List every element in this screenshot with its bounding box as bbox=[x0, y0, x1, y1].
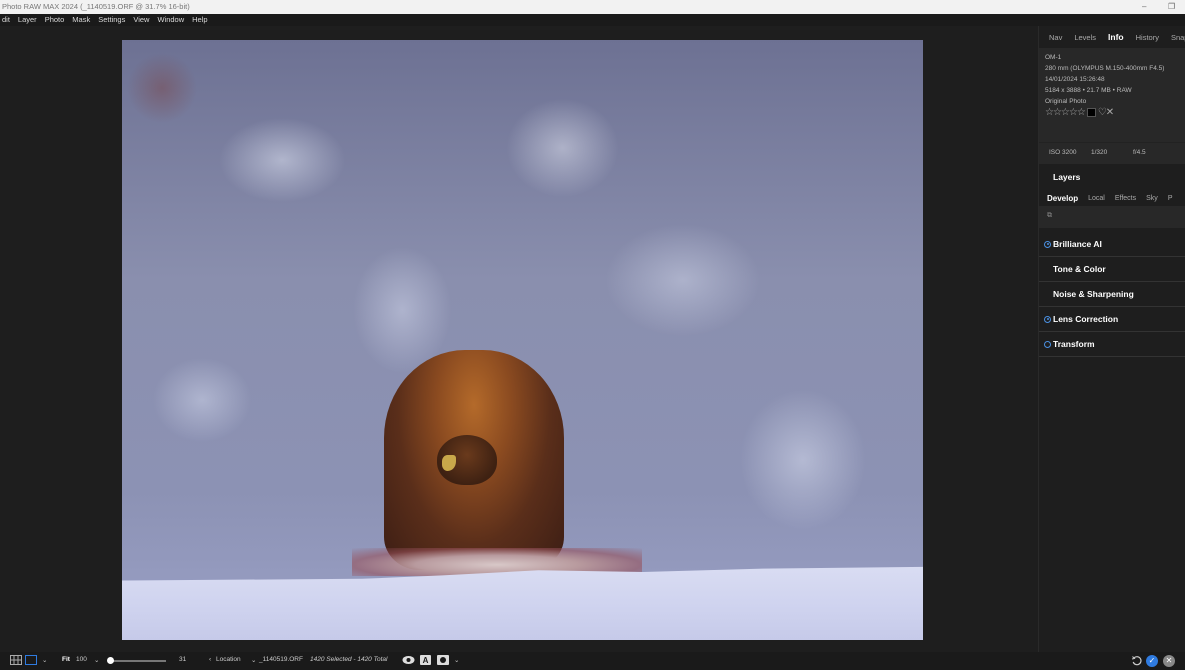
filename-label: _1140519.ORF bbox=[259, 656, 303, 663]
tab-snapshots[interactable]: Snap bbox=[1171, 33, 1185, 42]
chevron-down-icon[interactable]: ⌄ bbox=[42, 656, 47, 664]
auto-icon[interactable]: A bbox=[420, 655, 431, 667]
tab-levels[interactable]: Levels bbox=[1074, 33, 1096, 42]
color-label-swatch[interactable] bbox=[1086, 108, 1096, 117]
tab-history[interactable]: History bbox=[1136, 33, 1159, 42]
section-label: Tone & Color bbox=[1053, 264, 1106, 274]
reset-icon[interactable] bbox=[1131, 655, 1142, 668]
shutter-value: 1/320 bbox=[1091, 149, 1108, 156]
iso-value: ISO 3200 bbox=[1049, 149, 1077, 156]
tab-effects[interactable]: Effects bbox=[1115, 195, 1136, 202]
tab-local[interactable]: Local bbox=[1088, 195, 1105, 202]
section-lens-correction[interactable]: Lens Correction bbox=[1039, 307, 1185, 332]
bottom-bar: ⌄ Fit 100 ⌄ 31 ‹ Location ⌄ _1140519.ORF… bbox=[0, 652, 1185, 670]
section-label: Brilliance AI bbox=[1053, 239, 1102, 249]
title-bar: Photo RAW MAX 2024 (_1140519.ORF @ 31.7%… bbox=[0, 0, 1185, 14]
heart-icon[interactable]: ♡ bbox=[1098, 107, 1107, 118]
slider-value: 31 bbox=[179, 656, 187, 663]
location-chevron-down-icon[interactable]: ⌄ bbox=[251, 656, 256, 664]
menu-edit[interactable]: dit bbox=[2, 14, 10, 26]
menu-bar: dit Layer Photo Mask Settings View Windo… bbox=[0, 14, 1185, 26]
section-tone-color[interactable]: Tone & Color bbox=[1039, 257, 1185, 282]
menu-view[interactable]: View bbox=[133, 14, 149, 26]
menu-settings[interactable]: Settings bbox=[98, 14, 125, 26]
window-title: Photo RAW MAX 2024 (_1140519.ORF @ 31.7%… bbox=[2, 2, 190, 11]
zoom-chevron-down-icon[interactable]: ⌄ bbox=[94, 656, 99, 664]
info-box: OM-1 280 mm (OLYMPUS M.150-400mm F4.5) 1… bbox=[1039, 48, 1185, 142]
location-label[interactable]: Location bbox=[216, 656, 241, 663]
menu-photo[interactable]: Photo bbox=[45, 14, 65, 26]
mask-chevron-down-icon[interactable]: ⌄ bbox=[454, 656, 459, 664]
section-noise-sharpening[interactable]: Noise & Sharpening bbox=[1039, 282, 1185, 307]
layers-title[interactable]: Layers bbox=[1039, 164, 1185, 190]
lens-info: 280 mm (OLYMPUS M.150-400mm F4.5) bbox=[1045, 65, 1165, 72]
tab-portrait[interactable]: P bbox=[1168, 195, 1173, 202]
section-label: Lens Correction bbox=[1053, 314, 1119, 324]
enabled-indicator-icon[interactable] bbox=[1044, 315, 1051, 323]
photo-status: Original Photo bbox=[1045, 98, 1087, 105]
tab-sky[interactable]: Sky bbox=[1146, 195, 1158, 202]
star-rating[interactable]: ☆☆☆☆☆ bbox=[1045, 107, 1086, 118]
section-label: Noise & Sharpening bbox=[1053, 289, 1134, 299]
eye-icon[interactable] bbox=[402, 655, 415, 667]
section-transform[interactable]: Transform bbox=[1039, 332, 1185, 357]
tab-develop[interactable]: Develop bbox=[1047, 194, 1078, 203]
disabled-indicator-icon[interactable] bbox=[1044, 340, 1051, 348]
enabled-indicator-icon[interactable] bbox=[1044, 240, 1051, 248]
reject-icon[interactable]: ✕ bbox=[1106, 107, 1114, 118]
develop-tabs: Develop Local Effects Sky P bbox=[1039, 190, 1185, 206]
tab-info[interactable]: Info bbox=[1108, 32, 1124, 42]
image-dimensions: 5184 x 3888 • 21.7 MB • RAW bbox=[1045, 87, 1132, 94]
chevron-left-icon[interactable]: ‹ bbox=[209, 656, 211, 663]
rating-row: ☆☆☆☆☆ ♡ ✕ bbox=[1045, 107, 1179, 118]
aperture-value: f/4.5 bbox=[1133, 149, 1146, 156]
slider-handle[interactable] bbox=[107, 657, 114, 664]
cancel-button[interactable]: ✕ bbox=[1163, 655, 1175, 667]
thumbnail-size-slider[interactable] bbox=[110, 660, 166, 662]
section-brilliance-ai[interactable]: Brilliance AI bbox=[1039, 232, 1185, 257]
exif-row: ISO 3200 1/320 f/4.5 bbox=[1039, 142, 1185, 164]
mask-icon[interactable] bbox=[437, 655, 449, 667]
compare-icon[interactable]: ⧉ bbox=[1047, 212, 1052, 219]
section-label: Transform bbox=[1053, 339, 1095, 349]
capture-datetime: 14/01/2024 15:26:48 bbox=[1045, 76, 1105, 83]
menu-window[interactable]: Window bbox=[157, 14, 184, 26]
single-view-icon[interactable] bbox=[25, 655, 37, 667]
right-panel: Nav Levels Info History Snap OM-1 280 mm… bbox=[1038, 26, 1185, 652]
tab-nav[interactable]: Nav bbox=[1049, 33, 1062, 42]
menu-layer[interactable]: Layer bbox=[18, 14, 37, 26]
selection-count: 1420 Selected - 1420 Total bbox=[310, 656, 388, 663]
grid-view-icon[interactable] bbox=[10, 655, 22, 667]
apply-button[interactable]: ✓ bbox=[1146, 655, 1158, 667]
menu-help[interactable]: Help bbox=[192, 14, 207, 26]
restore-button[interactable]: ❐ bbox=[1168, 0, 1175, 14]
panel-tabs: Nav Levels Info History Snap bbox=[1039, 26, 1185, 48]
zoom-value[interactable]: 100 bbox=[76, 656, 87, 663]
minimize-button[interactable]: – bbox=[1142, 0, 1146, 14]
camera-model: OM-1 bbox=[1045, 54, 1062, 61]
svg-text:A: A bbox=[423, 656, 429, 665]
photo-canvas[interactable] bbox=[122, 40, 923, 640]
develop-subbar: ⧉ bbox=[1039, 206, 1185, 228]
menu-mask[interactable]: Mask bbox=[72, 14, 90, 26]
fit-button[interactable]: Fit bbox=[62, 656, 70, 663]
